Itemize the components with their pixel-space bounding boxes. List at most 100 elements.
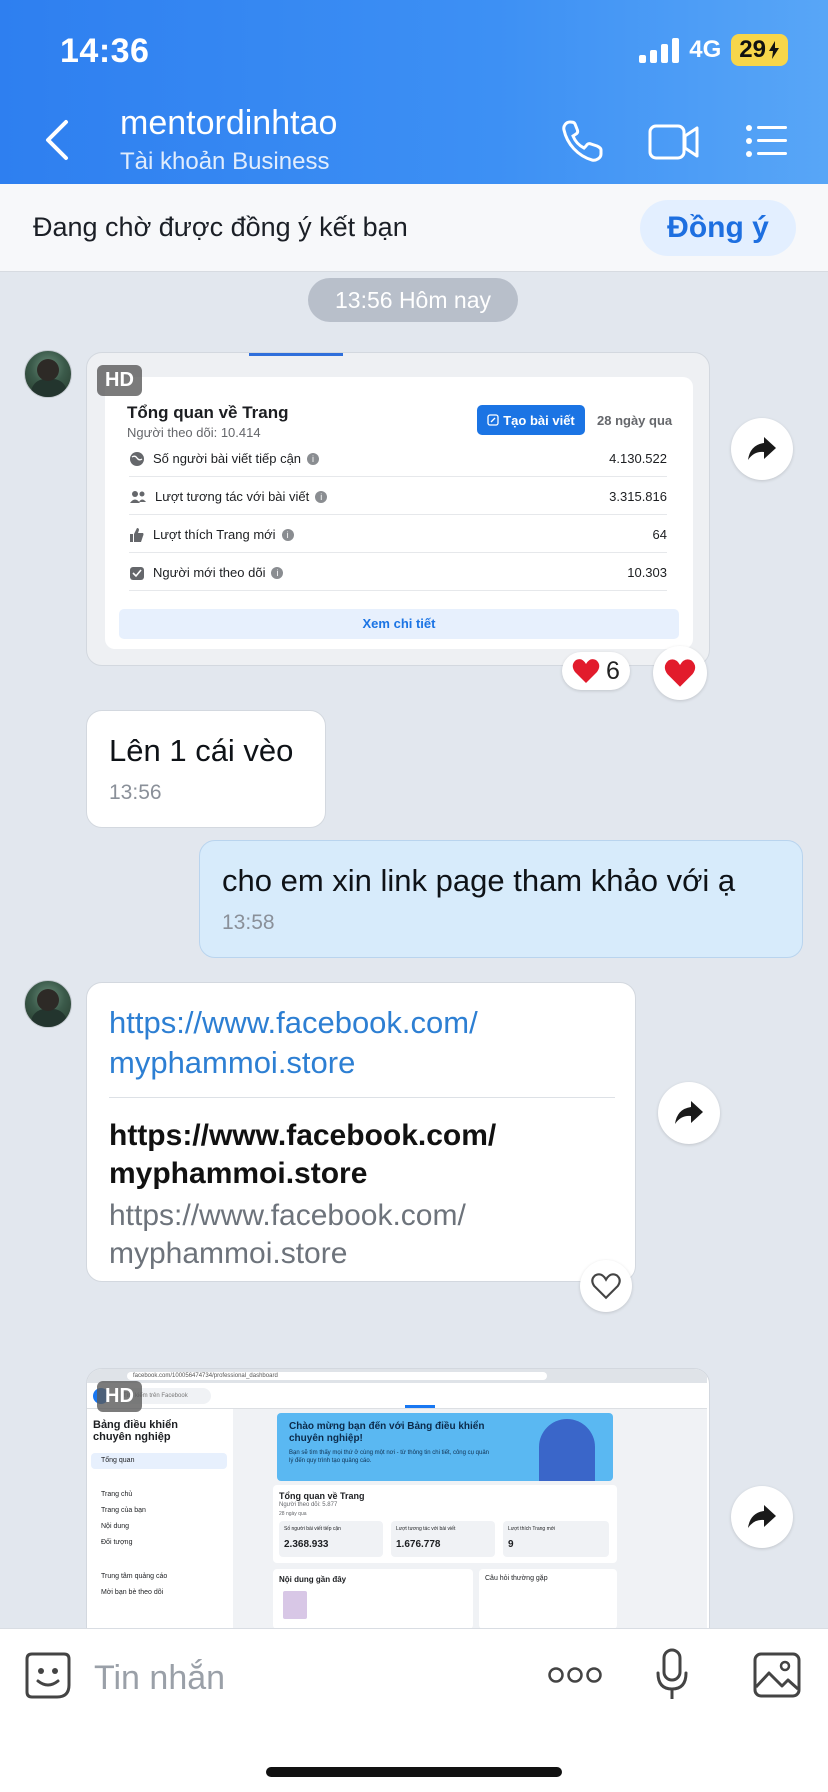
heart-outline-icon [591,1273,621,1300]
follower-icon [130,566,144,580]
fb-navbar: Tìm kiếm trên Facebook [87,1383,707,1409]
banner-illustration [539,1419,595,1481]
stat-label: Lượt thích Trang mới [153,527,276,542]
menu-icon[interactable] [746,124,788,158]
sidebar-item: Nội dung [101,1523,130,1530]
react-button[interactable] [580,1260,632,1312]
browser-bar: facebook.com/100056474734/professional_d… [87,1369,707,1383]
panel-title: Tổng quan về Trang [279,1491,365,1501]
microphone-icon[interactable] [654,1647,690,1703]
message-text: Lên 1 cái vèo [109,733,294,768]
people-icon [130,490,146,503]
stat-row: Số người bài viết tiếp cận i 4.130.522 [129,441,667,477]
recent-content-panel: Nội dung gần đây [273,1569,473,1628]
stat-label: Số người bài viết tiếp cận [153,451,302,466]
active-tab-indicator [405,1405,435,1408]
react-button[interactable] [653,646,707,700]
status-time: 14:36 [60,32,150,70]
message-time: 13:56 [109,781,162,804]
avatar[interactable] [24,980,72,1028]
stat-row: Lượt thích Trang mới i 64 [129,517,667,553]
divider [109,1097,615,1098]
stat-value: 2.368.933 [284,1539,329,1550]
outgoing-message[interactable]: cho em xin link page tham khảo với ạ 13:… [199,840,803,958]
recent-title: Nội dung gần đây [279,1575,347,1584]
image-picker-icon[interactable] [752,1651,802,1699]
stat-label: Lượt tương tác với bài viết [396,1526,456,1532]
link-preview-title[interactable]: https://www.facebook.com/ myphammoi.stor… [109,1117,496,1193]
signal-icon [639,37,680,63]
info-icon: i [271,566,284,579]
globe-icon [130,451,144,466]
stat-label: Người mới theo dõi [153,565,266,580]
stat-card: Số người bài viết tiếp cận 2.368.933 [279,1521,383,1557]
status-indicators: 4G 29 [639,34,788,66]
stat-card: Lượt tương tác với bài viết 1.676.778 [391,1521,495,1557]
faq-title: Câu hỏi thường gặp [485,1575,548,1582]
sidebar-item: Mời bạn bè theo dõi [101,1589,164,1596]
stat-row: Người mới theo dõi i 10.303 [129,555,667,591]
stat-label: Lượt thích Trang mới [508,1526,556,1532]
info-icon: i [307,452,320,465]
heart-icon [664,659,696,687]
browser-url: facebook.com/100056474734/professional_d… [127,1372,547,1380]
create-post-label: Tạo bài viết [503,412,575,428]
overview-period: 28 ngày qua [597,413,673,428]
forward-icon [748,1505,776,1528]
share-button[interactable] [731,1486,793,1548]
banner-title: Chào mừng bạn đến với Bảng điều khiển ch… [289,1421,485,1444]
overview-title: Tổng quan về Trang [127,403,289,422]
accept-friend-button[interactable]: Đồng ý [640,200,796,256]
date-divider: 13:56 Hôm nay [308,278,518,322]
contact-name[interactable]: mentordinhtao [120,104,337,143]
sticker-icon[interactable] [24,1651,72,1701]
forward-icon [675,1101,703,1124]
home-indicator [266,1767,562,1777]
phone-icon[interactable] [560,118,606,164]
share-button[interactable] [658,1082,720,1144]
create-post-button: Tạo bài viết [477,405,585,435]
dashboard-sidebar: Bảng điều khiển chuyên nghiệp Tổng quan … [87,1409,233,1628]
sidebar-item: Đối tượng [101,1539,133,1546]
message-list[interactable]: 13:56 Hôm nay Tổng quan về Trang Người t… [0,272,828,1628]
view-details-button: Xem chi tiết [119,609,679,639]
reaction-summary[interactable]: 6 [562,652,630,690]
stat-value: 9 [508,1539,514,1550]
faq-panel: Câu hỏi thường gặp [479,1569,617,1628]
stat-label: Lượt tương tác với bài viết [155,489,310,504]
battery-icon: 29 [731,34,788,66]
hd-badge: HD [97,1381,142,1412]
link-preview-url: https://www.facebook.com/ myphammoi.stor… [109,1199,466,1270]
image-message[interactable]: Tổng quan về Trang Người theo dõi: 10.41… [86,352,710,666]
stat-value: 64 [652,527,667,542]
sidebar-item: Trang chủ [101,1491,133,1498]
stat-value: 3.315.816 [609,489,667,504]
avatar[interactable] [24,350,72,398]
image-message[interactable]: facebook.com/100056474734/professional_d… [86,1368,710,1628]
reaction-count: 6 [606,656,620,685]
back-icon[interactable] [40,118,76,162]
message-input[interactable]: Tin nhắn [94,1659,225,1698]
share-button[interactable] [731,418,793,480]
panel-followers: Người theo dõi: 5.877 [279,1502,338,1508]
more-icon[interactable] [548,1665,602,1685]
panel-period: 28 ngày qua [279,1511,307,1517]
tab-indicator [249,353,343,356]
link-message[interactable]: https://www.facebook.com/ myphammoi.stor… [86,982,636,1282]
edit-icon [487,414,499,426]
stat-value: 4.130.522 [609,451,667,466]
thumbs-up-icon [130,527,144,542]
stat-value: 1.676.778 [396,1539,441,1550]
stat-value: 10.303 [627,565,667,580]
incoming-message[interactable]: Lên 1 cái vèo 13:56 [86,710,326,828]
friend-request-text: Đang chờ được đồng ý kết bạn [33,212,408,242]
sidebar-item: Trang của bạn [101,1507,146,1514]
message-input-bar: Tin nhắn [0,1628,828,1792]
stat-card: Lượt thích Trang mới 9 [503,1521,609,1557]
info-icon: i [315,490,328,503]
info-icon: i [281,528,294,541]
forward-icon [748,437,776,460]
chat-header: 14:36 4G 29 mentordinhtao Tài khoản Busi… [0,0,828,184]
message-link[interactable]: https://www.facebook.com/ myphammoi.stor… [109,1003,478,1083]
video-call-icon[interactable] [648,122,700,162]
